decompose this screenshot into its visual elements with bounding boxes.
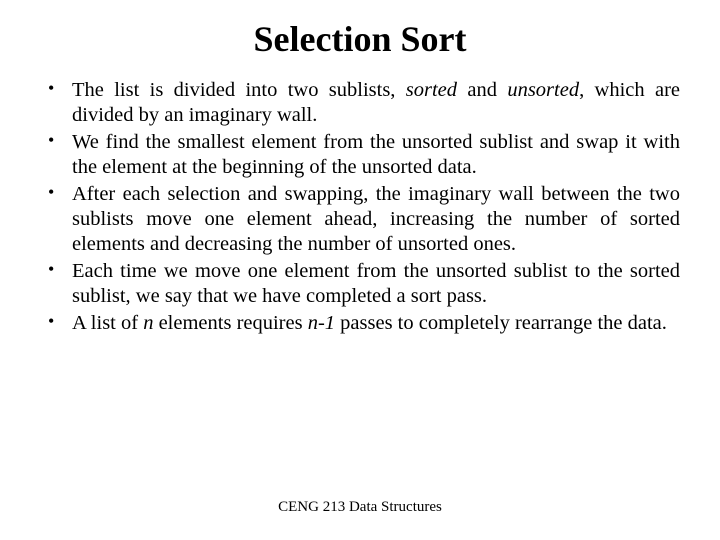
text: The list is divided into two sublists, (72, 79, 406, 101)
text: A list of (72, 312, 143, 334)
text: We find the smallest element from the un… (72, 131, 680, 178)
italic-text: n (143, 312, 153, 334)
italic-text: sorted (406, 79, 457, 101)
text: passes to completely rearrange the data. (335, 312, 667, 334)
text: and (457, 79, 507, 101)
italic-text: n-1 (308, 312, 335, 334)
slide-title: Selection Sort (40, 18, 680, 60)
list-item: We find the smallest element from the un… (40, 130, 680, 180)
list-item: A list of n elements requires n-1 passes… (40, 311, 680, 336)
list-item: After each selection and swapping, the i… (40, 182, 680, 257)
list-item: The list is divided into two sublists, s… (40, 78, 680, 128)
slide-footer: CENG 213 Data Structures (0, 499, 720, 516)
text: Each time we move one element from the u… (72, 260, 680, 307)
list-item: Each time we move one element from the u… (40, 259, 680, 309)
text: elements requires (153, 312, 307, 334)
bullet-list: The list is divided into two sublists, s… (40, 78, 680, 336)
text: After each selection and swapping, the i… (72, 183, 680, 255)
italic-text: unsorted (507, 79, 579, 101)
